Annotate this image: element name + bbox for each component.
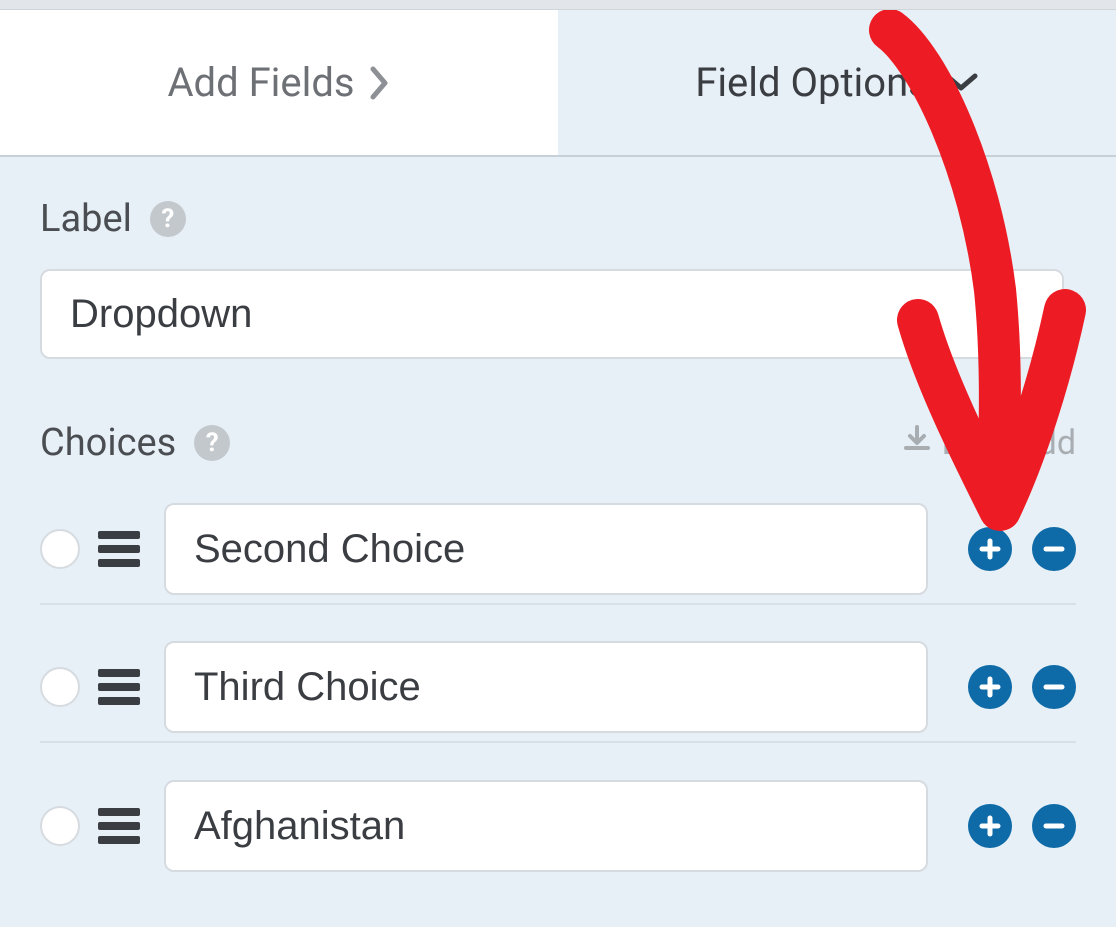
default-choice-radio[interactable] <box>40 529 80 569</box>
download-icon <box>902 423 932 463</box>
choice-row <box>40 771 1076 881</box>
choice-input[interactable] <box>164 503 928 595</box>
bulk-add-button[interactable]: Bulk Add <box>902 423 1076 463</box>
tabs-container: Add Fields Field Options <box>0 10 1116 157</box>
drag-handle-icon[interactable] <box>98 808 140 844</box>
label-title: Label <box>40 197 132 241</box>
add-choice-button[interactable] <box>968 804 1012 848</box>
tab-field-options[interactable]: Field Options <box>558 10 1116 155</box>
add-choice-button[interactable] <box>968 665 1012 709</box>
choice-row <box>40 633 1076 743</box>
choice-row <box>40 495 1076 605</box>
choices-title: Choices <box>40 421 176 465</box>
help-icon[interactable]: ? <box>194 425 230 461</box>
bulk-add-label: Bulk Add <box>942 423 1076 463</box>
remove-choice-button[interactable] <box>1032 804 1076 848</box>
chevron-right-icon <box>369 65 391 101</box>
add-choice-button[interactable] <box>968 527 1012 571</box>
choice-actions <box>968 665 1076 709</box>
choice-actions <box>968 804 1076 848</box>
remove-choice-button[interactable] <box>1032 527 1076 571</box>
drag-handle-icon[interactable] <box>98 531 140 567</box>
chevron-down-icon <box>943 72 979 94</box>
help-icon[interactable]: ? <box>150 201 186 237</box>
tab-field-options-label: Field Options <box>695 59 929 106</box>
tab-add-fields-label: Add Fields <box>167 59 354 106</box>
top-bar <box>0 0 1116 10</box>
choice-actions <box>968 527 1076 571</box>
default-choice-radio[interactable] <box>40 667 80 707</box>
drag-handle-icon[interactable] <box>98 669 140 705</box>
choice-input[interactable] <box>164 641 928 733</box>
field-options-panel: Label ? Choices ? Bulk Add <box>0 157 1116 881</box>
choices-header: Choices ? Bulk Add <box>40 421 1076 465</box>
choices-header-left: Choices ? <box>40 421 230 465</box>
choice-input[interactable] <box>164 780 928 872</box>
default-choice-radio[interactable] <box>40 806 80 846</box>
tab-add-fields[interactable]: Add Fields <box>0 10 558 155</box>
label-input[interactable] <box>40 269 1064 359</box>
remove-choice-button[interactable] <box>1032 665 1076 709</box>
label-section-header: Label ? <box>40 197 1076 241</box>
